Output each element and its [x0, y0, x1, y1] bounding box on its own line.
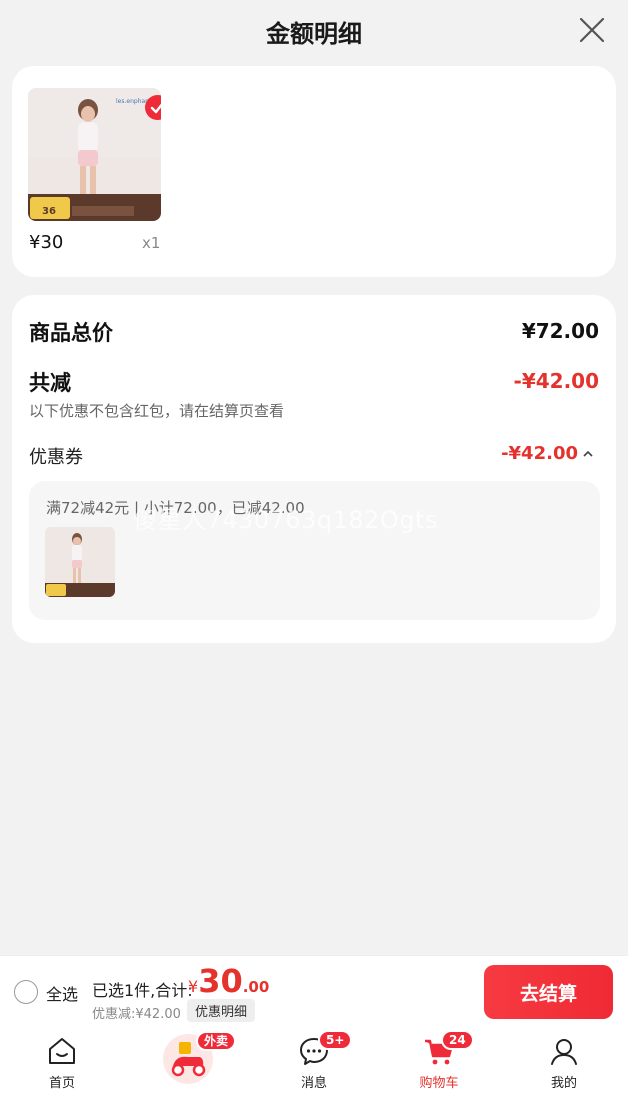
coupon-detail-box: 满72减42元 | 小计72.00，已减42.00: [29, 481, 600, 620]
tab-messages-label: 消息: [300, 1076, 327, 1091]
coupon-value: -¥42.00: [501, 443, 578, 464]
close-icon[interactable]: [578, 16, 606, 44]
total-decimal: .00: [242, 978, 270, 996]
total-integer: 30: [198, 962, 243, 1000]
coupon-label: 优惠券: [29, 447, 83, 468]
product-price: ¥30: [29, 232, 64, 253]
tab-takeout[interactable]: 外卖: [138, 1027, 238, 1099]
home-icon: [49, 1038, 75, 1064]
discount-detail-button[interactable]: 优惠明细: [187, 999, 256, 1022]
tab-messages[interactable]: 5+ 消息: [264, 1027, 364, 1099]
select-all-label[interactable]: 全选: [46, 981, 78, 1005]
reduce-note: 以下优惠不包含红包，请在结算页查看: [29, 402, 285, 420]
chevron-up-icon: [583, 450, 593, 457]
checkout-button[interactable]: 去结算: [484, 965, 613, 1019]
coupon-product-image[interactable]: [45, 527, 115, 597]
tab-cart[interactable]: 24 购物车: [389, 1027, 489, 1099]
total-price-label: 商品总价: [29, 321, 113, 345]
tab-profile-label: 我的: [550, 1076, 577, 1091]
cart-badge: 24: [441, 1030, 474, 1050]
product-card: 36 les.enphant ¥30 x1: [12, 66, 616, 277]
product-image[interactable]: 36 les.enphant: [28, 88, 161, 221]
total-price-value: ¥72.00: [521, 319, 599, 343]
tab-cart-label: 购物车: [419, 1076, 459, 1091]
tab-profile[interactable]: 我的: [514, 1027, 614, 1099]
product-quantity: x1: [142, 234, 161, 252]
total-amount: ¥ 30 .00: [188, 962, 269, 1000]
discount-text: 优惠减:¥42.00: [92, 1007, 181, 1022]
selected-count-text: 已选1件,合计:: [92, 981, 193, 1000]
total-reduce-value: -¥42.00: [513, 369, 599, 393]
currency-symbol: ¥: [188, 977, 199, 996]
page-title: 金额明细: [266, 19, 362, 48]
checkout-bar: 全选 已选1件,合计: ¥ 30 .00 优惠减:¥42.00 优惠明细 去结算: [0, 955, 628, 1027]
takeout-badge: 外卖: [196, 1031, 237, 1051]
coupon-toggle[interactable]: -¥42.00: [501, 443, 594, 464]
tab-home[interactable]: 首页: [12, 1027, 112, 1099]
coupon-description: 满72减42元 | 小计72.00，已减42.00: [46, 499, 305, 517]
header: 金额明细: [0, 0, 628, 62]
svg-text:36: 36: [42, 206, 56, 217]
messages-badge: 5+: [318, 1030, 353, 1050]
select-all-radio[interactable]: [14, 980, 38, 1004]
tab-home-label: 首页: [48, 1076, 75, 1091]
total-reduce-label: 共减: [29, 371, 71, 395]
profile-icon: [551, 1039, 577, 1065]
summary-card: 商品总价 ¥72.00 共减 -¥42.00 以下优惠不包含红包，请在结算页查看…: [12, 295, 616, 643]
bottom-tabbar: 首页 外卖 5+ 消息 24 购物车 我的: [0, 1027, 628, 1099]
